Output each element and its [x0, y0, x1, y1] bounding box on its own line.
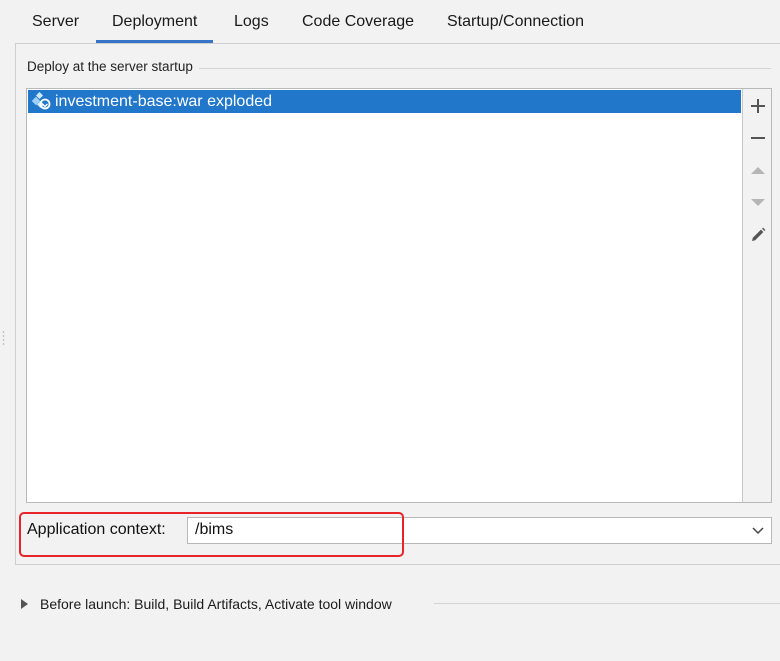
deployment-list-area[interactable]: investment-base:war exploded	[27, 89, 742, 502]
list-item-label: investment-base:war exploded	[55, 93, 273, 110]
application-context-value: /bims	[195, 521, 234, 538]
before-launch-label: Before launch: Build, Build Artifacts, A…	[40, 596, 392, 612]
move-up-button[interactable]	[747, 160, 769, 182]
chevron-down-icon[interactable]	[751, 525, 765, 537]
application-context-combobox[interactable]: /bims	[187, 517, 772, 544]
tab-server[interactable]: Server	[32, 0, 79, 43]
tab-logs[interactable]: Logs	[234, 0, 269, 43]
remove-button[interactable]	[747, 127, 769, 149]
application-context-label: Application context:	[27, 521, 166, 538]
remove-icon	[751, 137, 765, 139]
add-icon	[751, 99, 765, 113]
before-launch-divider	[434, 603, 780, 604]
edit-button[interactable]	[747, 224, 769, 246]
drag-grip-icon[interactable]	[2, 330, 5, 346]
edit-icon	[752, 227, 766, 241]
move-up-icon	[751, 167, 765, 174]
artifact-icon	[31, 92, 51, 110]
expand-arrow-icon	[21, 599, 28, 609]
tab-startup-connection[interactable]: Startup/Connection	[447, 0, 584, 43]
tab-code-coverage[interactable]: Code Coverage	[302, 0, 414, 43]
tab-deployment[interactable]: Deployment	[95, 0, 214, 43]
move-down-icon	[751, 199, 765, 206]
deploy-section-title: Deploy at the server startup	[27, 59, 199, 74]
list-item[interactable]: investment-base:war exploded	[28, 90, 741, 113]
list-toolbar	[742, 89, 771, 502]
tab-bar: Server Deployment Logs Code Coverage Sta…	[0, 0, 780, 43]
move-down-button[interactable]	[747, 191, 769, 213]
add-button[interactable]	[747, 95, 769, 117]
deployment-list: investment-base:war exploded	[26, 88, 772, 503]
